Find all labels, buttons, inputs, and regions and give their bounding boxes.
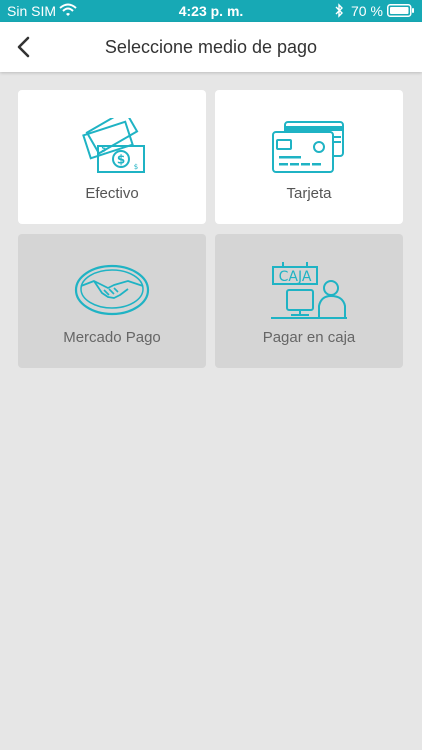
svg-text:$: $ xyxy=(117,153,125,167)
status-bar: Sin SIM 4:23 p. m. 70 % xyxy=(0,0,422,22)
header: Seleccione medio de pago xyxy=(0,22,422,72)
page-title: Seleccione medio de pago xyxy=(104,37,318,57)
payment-option-efectivo[interactable]: $ $ $ Efectivo xyxy=(18,90,206,224)
svg-text:$: $ xyxy=(134,163,138,171)
credit-card-icon xyxy=(215,90,403,178)
svg-text:$: $ xyxy=(101,144,107,153)
payment-option-label: Pagar en caja xyxy=(262,329,356,346)
battery-percent: 70 % xyxy=(351,3,383,19)
payment-option-label: Efectivo xyxy=(85,185,139,202)
payment-option-tarjeta[interactable]: Tarjeta xyxy=(215,90,403,224)
payment-option-pagar-en-caja[interactable]: CAJA Pagar en caja xyxy=(215,234,403,368)
handshake-icon xyxy=(18,234,206,322)
bluetooth-icon xyxy=(334,3,344,21)
battery-icon xyxy=(387,4,415,20)
cashier-icon: CAJA xyxy=(215,234,403,322)
payment-option-mercado-pago[interactable]: Mercado Pago xyxy=(18,234,206,368)
payment-option-label: Tarjeta xyxy=(286,185,332,202)
cash-icon: $ $ $ xyxy=(18,90,206,178)
payment-option-label: Mercado Pago xyxy=(63,329,161,346)
caja-sign-text: CAJA xyxy=(279,269,312,285)
